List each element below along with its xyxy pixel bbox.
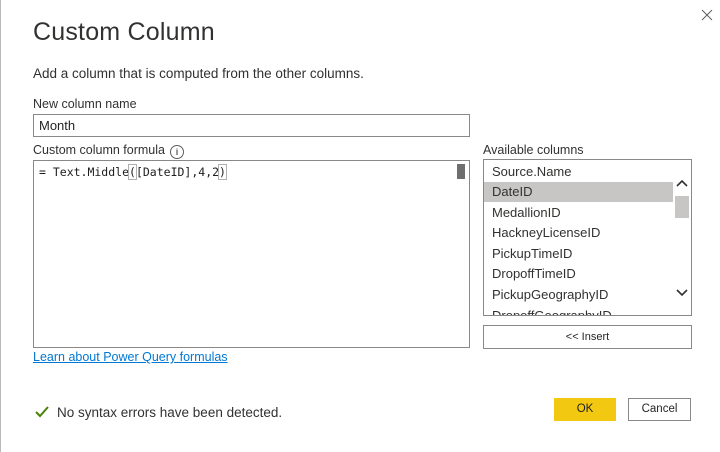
close-icon: [701, 9, 713, 21]
list-item-source-name[interactable]: Source.Name: [484, 162, 674, 182]
available-columns-label: Available columns: [483, 143, 584, 157]
dialog-left-border: [0, 0, 1, 452]
open-paren-highlight: (: [128, 164, 137, 180]
new-column-name-input[interactable]: [33, 114, 470, 137]
scroll-down-button[interactable]: [673, 284, 691, 302]
insert-button[interactable]: << Insert: [483, 325, 692, 349]
list-item-dropofftimeid[interactable]: DropoffTimeID: [484, 264, 674, 284]
custom-column-dialog: Custom Column Add a column that is compu…: [0, 0, 720, 452]
cancel-button[interactable]: Cancel: [628, 398, 691, 421]
info-icon[interactable]: i: [170, 145, 184, 159]
close-paren-highlight: ): [218, 164, 227, 180]
available-columns-list[interactable]: Source.Name DateID MedallionID HackneyLi…: [483, 159, 692, 316]
syntax-status-text: No syntax errors have been detected.: [57, 404, 283, 420]
learn-power-query-link[interactable]: Learn about Power Query formulas: [33, 350, 228, 364]
list-item-dateid[interactable]: DateID: [484, 182, 674, 202]
ok-button[interactable]: OK: [554, 398, 616, 421]
list-item-pickupgeographyid[interactable]: PickupGeographyID: [484, 285, 674, 305]
new-column-name-label: New column name: [33, 97, 137, 111]
list-item-dropoffgeographyid[interactable]: DropoffGeographyID: [484, 306, 674, 315]
syntax-status: No syntax errors have been detected.: [33, 402, 282, 422]
close-button[interactable]: [696, 4, 718, 26]
formula-text: = Text.Middle([DateID],4,2): [39, 164, 227, 180]
list-item-pickuptimeid[interactable]: PickupTimeID: [484, 244, 674, 264]
list-scrollbar[interactable]: [673, 160, 691, 315]
list-item-medallionid[interactable]: MedallionID: [484, 203, 674, 223]
dialog-subtitle: Add a column that is computed from the o…: [33, 66, 364, 81]
formula-editor[interactable]: = Text.Middle([DateID],4,2): [33, 160, 470, 348]
chevron-down-icon: [676, 289, 688, 297]
checkmark-icon: [35, 406, 49, 418]
chevron-up-icon: [676, 179, 688, 187]
formula-label: Custom column formula: [33, 143, 165, 157]
list-item-hackneylicenseid[interactable]: HackneyLicenseID: [484, 223, 674, 243]
list-scrollbar-thumb[interactable]: [675, 196, 689, 218]
formula-scrollbar-thumb[interactable]: [457, 164, 465, 179]
scroll-up-button[interactable]: [673, 174, 691, 192]
dialog-title: Custom Column: [33, 18, 215, 46]
